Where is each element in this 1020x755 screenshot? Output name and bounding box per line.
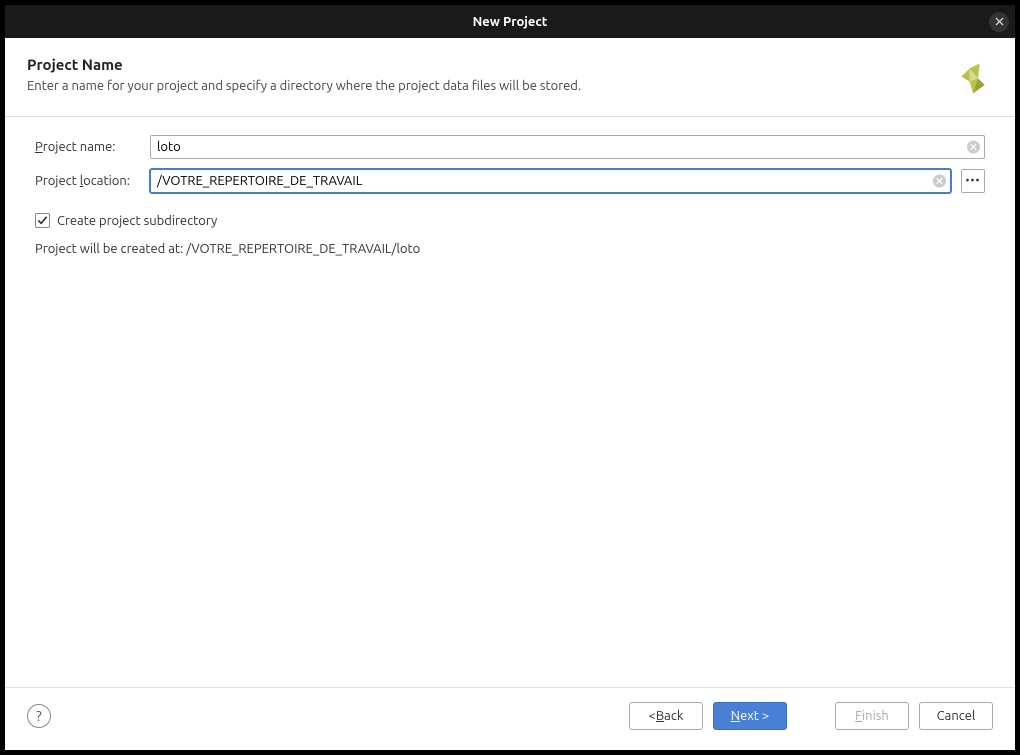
project-location-input-wrap (150, 169, 951, 193)
project-location-label: Project location: (35, 174, 140, 188)
project-location-row: Project location: ••• (35, 169, 985, 193)
close-icon[interactable] (989, 12, 1009, 32)
clear-project-location-icon[interactable] (933, 175, 946, 188)
subdirectory-checkbox-label[interactable]: Create project subdirectory (57, 214, 217, 228)
help-icon: ? (36, 708, 41, 724)
clear-project-name-icon[interactable] (967, 141, 980, 154)
window-title: New Project (473, 15, 548, 29)
back-button[interactable]: < Back (629, 702, 703, 730)
project-name-label: Project name: (35, 140, 140, 154)
subdirectory-checkbox[interactable] (35, 213, 50, 228)
page-title: Project Name (27, 56, 939, 73)
project-location-input[interactable] (150, 169, 951, 193)
form-area: Project name: Project location: ••• (5, 117, 1015, 687)
cancel-button[interactable]: Cancel (919, 702, 993, 730)
dialog-footer: ? < Back Next > Finish Cancel (5, 687, 1015, 750)
project-name-row: Project name: (35, 135, 985, 159)
next-button[interactable]: Next > (713, 702, 787, 730)
page-subtitle: Enter a name for your project and specif… (27, 79, 939, 93)
project-name-input[interactable] (150, 135, 985, 159)
project-name-input-wrap (150, 135, 985, 159)
dialog-window: New Project Project Name Enter a name fo… (5, 5, 1015, 750)
header-text: Project Name Enter a name for your proje… (27, 56, 939, 93)
wizard-logo-icon (953, 60, 993, 100)
help-button[interactable]: ? (27, 704, 51, 728)
dialog-header: Project Name Enter a name for your proje… (5, 38, 1015, 117)
browse-location-button[interactable]: ••• (961, 169, 985, 193)
finish-button: Finish (835, 702, 909, 730)
subdirectory-checkbox-row: Create project subdirectory (35, 213, 985, 228)
titlebar: New Project (5, 5, 1015, 38)
created-at-text: Project will be created at: /VOTRE_REPER… (35, 242, 985, 256)
ellipsis-icon: ••• (966, 175, 981, 187)
